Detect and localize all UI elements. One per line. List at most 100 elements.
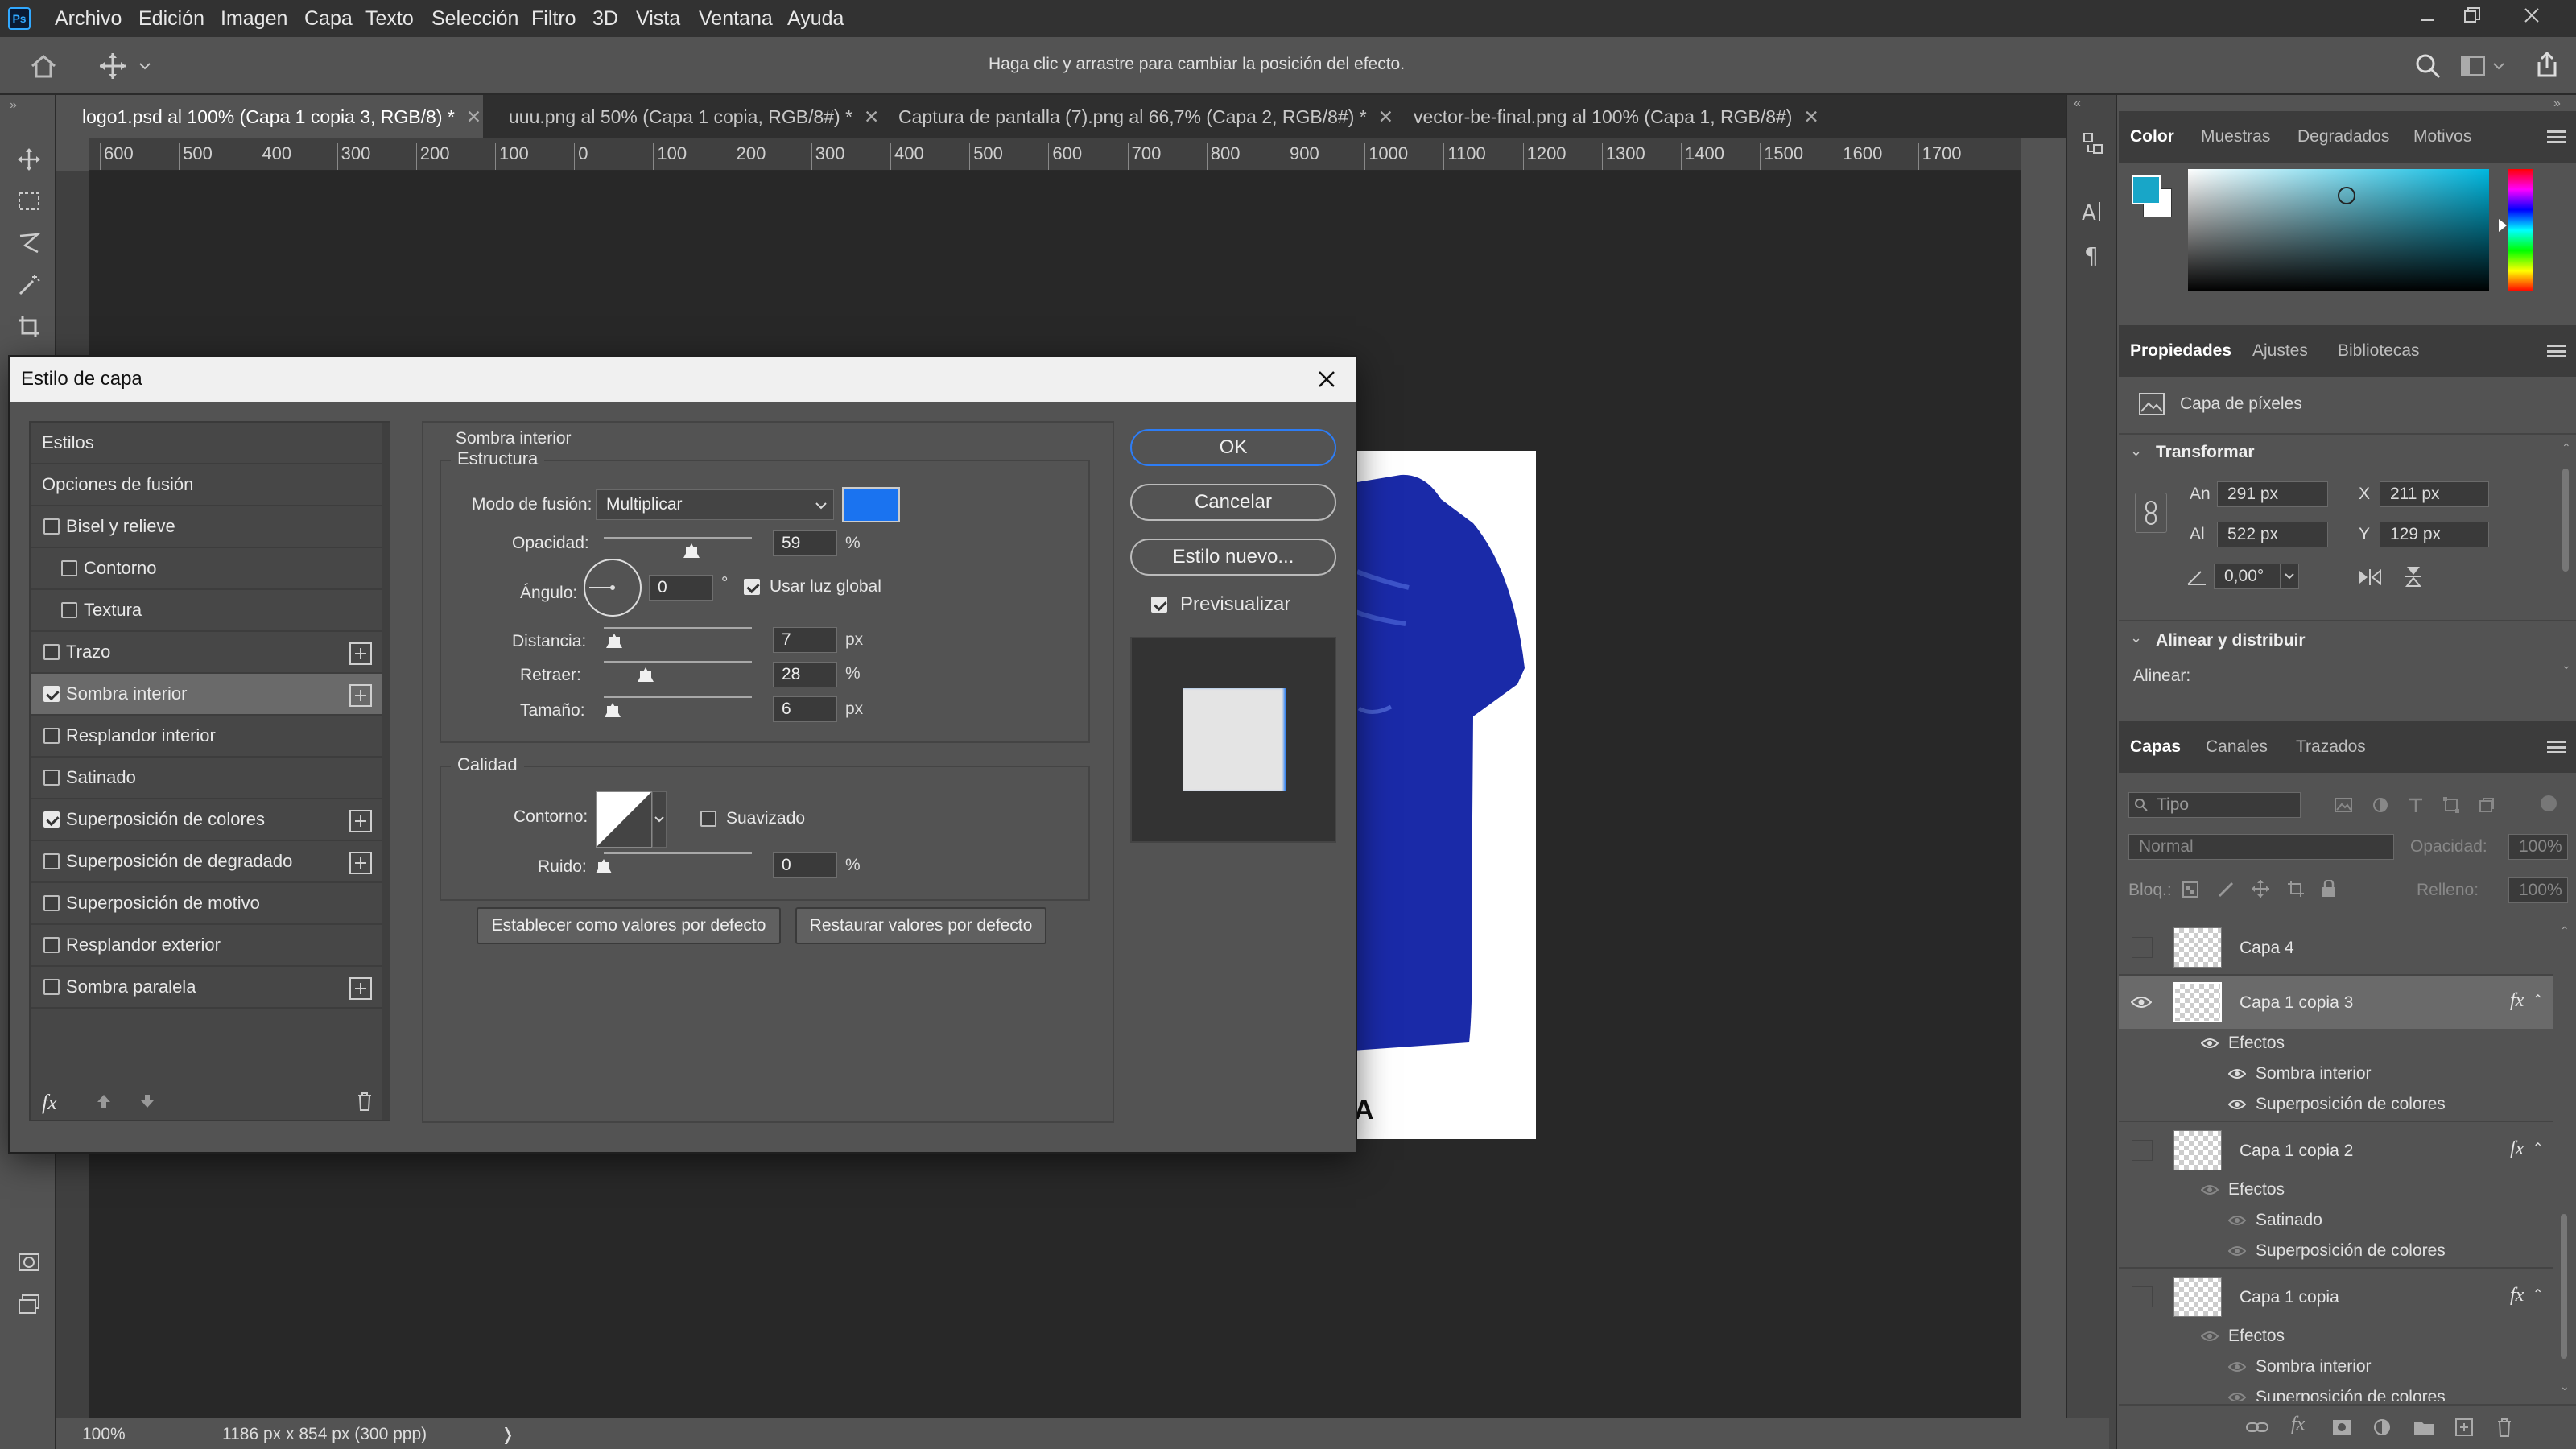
eye-icon[interactable]: [2227, 1212, 2248, 1228]
filter-pixel-icon[interactable]: [2331, 792, 2355, 818]
chevron-down-icon[interactable]: ⌄: [2562, 658, 2571, 672]
panel-menu-icon[interactable]: [2547, 130, 2566, 143]
screen-mode-icon[interactable]: [14, 1290, 43, 1319]
antialias-checkbox[interactable]: [700, 811, 716, 827]
choke-field[interactable]: 28: [773, 662, 837, 687]
layer-row[interactable]: Capa 1 copia 2 fx ⌃: [2119, 1124, 2553, 1177]
paragraph-icon[interactable]: ¶: [2077, 238, 2109, 270]
scroll-thumb[interactable]: [2561, 1214, 2567, 1359]
opacity-slider[interactable]: [604, 537, 752, 539]
chevron-down-icon[interactable]: [652, 791, 667, 848]
tab-propiedades[interactable]: Propiedades: [2130, 325, 2231, 377]
height-field[interactable]: 522 px: [2217, 522, 2328, 547]
distance-slider-knob[interactable]: [605, 634, 622, 648]
layer-name[interactable]: Capa 4: [2240, 939, 2294, 958]
menu-filtro[interactable]: Filtro: [531, 0, 576, 37]
blend-options-item[interactable]: Opciones de fusión: [31, 464, 385, 506]
menu-ventana[interactable]: Ventana: [699, 0, 773, 37]
distance-slider[interactable]: [604, 627, 752, 629]
tab-color[interactable]: Color: [2130, 111, 2174, 163]
tab-logo1[interactable]: logo1.psd al 100% (Capa 1 copia 3, RGB/8…: [56, 95, 483, 138]
menu-vista[interactable]: Vista: [636, 0, 680, 37]
fx-badge[interactable]: fx: [2510, 1138, 2524, 1160]
style-item[interactable]: Bisel y relieve: [31, 506, 385, 548]
noise-field[interactable]: 0: [773, 852, 837, 878]
style-item[interactable]: Sombra interior: [31, 674, 385, 716]
angle-field[interactable]: 0,00°: [2214, 564, 2289, 589]
y-field[interactable]: 129 px: [2380, 522, 2489, 547]
style-checkbox[interactable]: [43, 979, 60, 995]
eye-icon[interactable]: [2227, 1389, 2248, 1401]
home-icon[interactable]: [27, 50, 60, 82]
lock-all-icon[interactable]: [2318, 877, 2339, 900]
eye-icon[interactable]: [2227, 1359, 2248, 1375]
restore-icon[interactable]: [2460, 3, 2484, 27]
fill-field[interactable]: 100%: [2508, 877, 2568, 903]
lasso-tool-icon[interactable]: [14, 229, 43, 258]
style-checkbox[interactable]: [43, 728, 60, 744]
add-style-instance-icon[interactable]: [349, 977, 372, 1000]
menu-edicion[interactable]: Edición: [138, 0, 204, 37]
search-icon[interactable]: [2412, 50, 2444, 82]
menu-archivo[interactable]: Archivo: [55, 0, 122, 37]
style-checkbox[interactable]: [43, 644, 60, 660]
reset-default-button[interactable]: Restaurar valores por defecto: [795, 907, 1046, 944]
link-layers-icon[interactable]: [2244, 1415, 2270, 1439]
add-style-instance-icon[interactable]: [349, 642, 372, 665]
style-checkbox[interactable]: [43, 686, 60, 702]
new-layer-icon[interactable]: [2452, 1415, 2476, 1439]
tab-ajustes[interactable]: Ajustes: [2252, 325, 2308, 377]
trash-icon[interactable]: [353, 1089, 377, 1113]
style-item[interactable]: Satinado: [31, 758, 385, 799]
lock-transparent-icon[interactable]: [2180, 879, 2201, 900]
noise-slider[interactable]: [604, 852, 752, 854]
eye-icon[interactable]: [2227, 1066, 2248, 1082]
menu-ayuda[interactable]: Ayuda: [787, 0, 844, 37]
noise-slider-knob[interactable]: [596, 859, 612, 873]
layer-row-selected[interactable]: Capa 1 copia 3 fx ⌃: [2119, 976, 2553, 1029]
opacity-slider-knob[interactable]: [683, 543, 700, 558]
layers-scrollbar[interactable]: ⌃ ⌄: [2558, 924, 2570, 1399]
distance-field[interactable]: 7: [773, 627, 837, 653]
x-field[interactable]: 211 px: [2380, 481, 2489, 507]
layer-name[interactable]: Capa 1 copia: [2240, 1288, 2339, 1307]
effect-item[interactable]: Sombra interior: [2256, 1064, 2372, 1084]
effect-item[interactable]: Superposición de colores: [2256, 1241, 2446, 1261]
move-tool-icon[interactable]: [95, 50, 130, 82]
style-item[interactable]: Superposición de motivo: [31, 883, 385, 925]
ok-button[interactable]: OK: [1130, 429, 1336, 466]
size-slider-knob[interactable]: [605, 703, 621, 717]
folder-icon[interactable]: [2412, 1415, 2436, 1439]
move-up-icon[interactable]: [92, 1089, 116, 1113]
tab-trazados[interactable]: Trazados: [2296, 721, 2366, 773]
fx-badge[interactable]: fx: [2510, 1285, 2524, 1307]
style-item[interactable]: Trazo: [31, 632, 385, 674]
effect-item[interactable]: Satinado: [2256, 1211, 2322, 1230]
style-checkbox[interactable]: [43, 937, 60, 953]
style-item[interactable]: Superposición de degradado: [31, 841, 385, 883]
chevron-down-icon[interactable]: ⌄: [2130, 443, 2142, 460]
global-light-checkbox[interactable]: [744, 579, 760, 595]
choke-slider-knob[interactable]: [637, 667, 654, 682]
chevron-down-icon[interactable]: [137, 58, 153, 74]
style-checkbox[interactable]: [43, 518, 60, 535]
layer-name[interactable]: Capa 1 copia 2: [2240, 1141, 2353, 1161]
fx-badge[interactable]: fx: [2510, 990, 2524, 1012]
style-checkbox[interactable]: [43, 811, 60, 828]
tab-bibliotecas[interactable]: Bibliotecas: [2338, 325, 2420, 377]
effect-item[interactable]: Sombra interior: [2256, 1357, 2372, 1377]
chevron-up-icon[interactable]: ⌃: [2560, 924, 2570, 938]
collapse-arrows-icon[interactable]: «: [2074, 97, 2081, 111]
flip-horizontal-icon[interactable]: [2354, 564, 2386, 591]
collapse-arrows-icon[interactable]: »: [2553, 97, 2561, 111]
set-default-button[interactable]: Establecer como valores por defecto: [477, 907, 781, 944]
lock-brush-icon[interactable]: [2215, 879, 2236, 900]
style-checkbox[interactable]: [61, 560, 77, 576]
size-slider[interactable]: [604, 696, 752, 698]
choke-slider[interactable]: [604, 661, 752, 663]
lock-artboard-icon[interactable]: [2285, 877, 2307, 900]
layer-row[interactable]: Capa 4: [2119, 921, 2553, 974]
eye-icon[interactable]: [2199, 1328, 2220, 1344]
add-style-instance-icon[interactable]: [349, 684, 372, 707]
tab-motivos[interactable]: Motivos: [2413, 111, 2471, 163]
